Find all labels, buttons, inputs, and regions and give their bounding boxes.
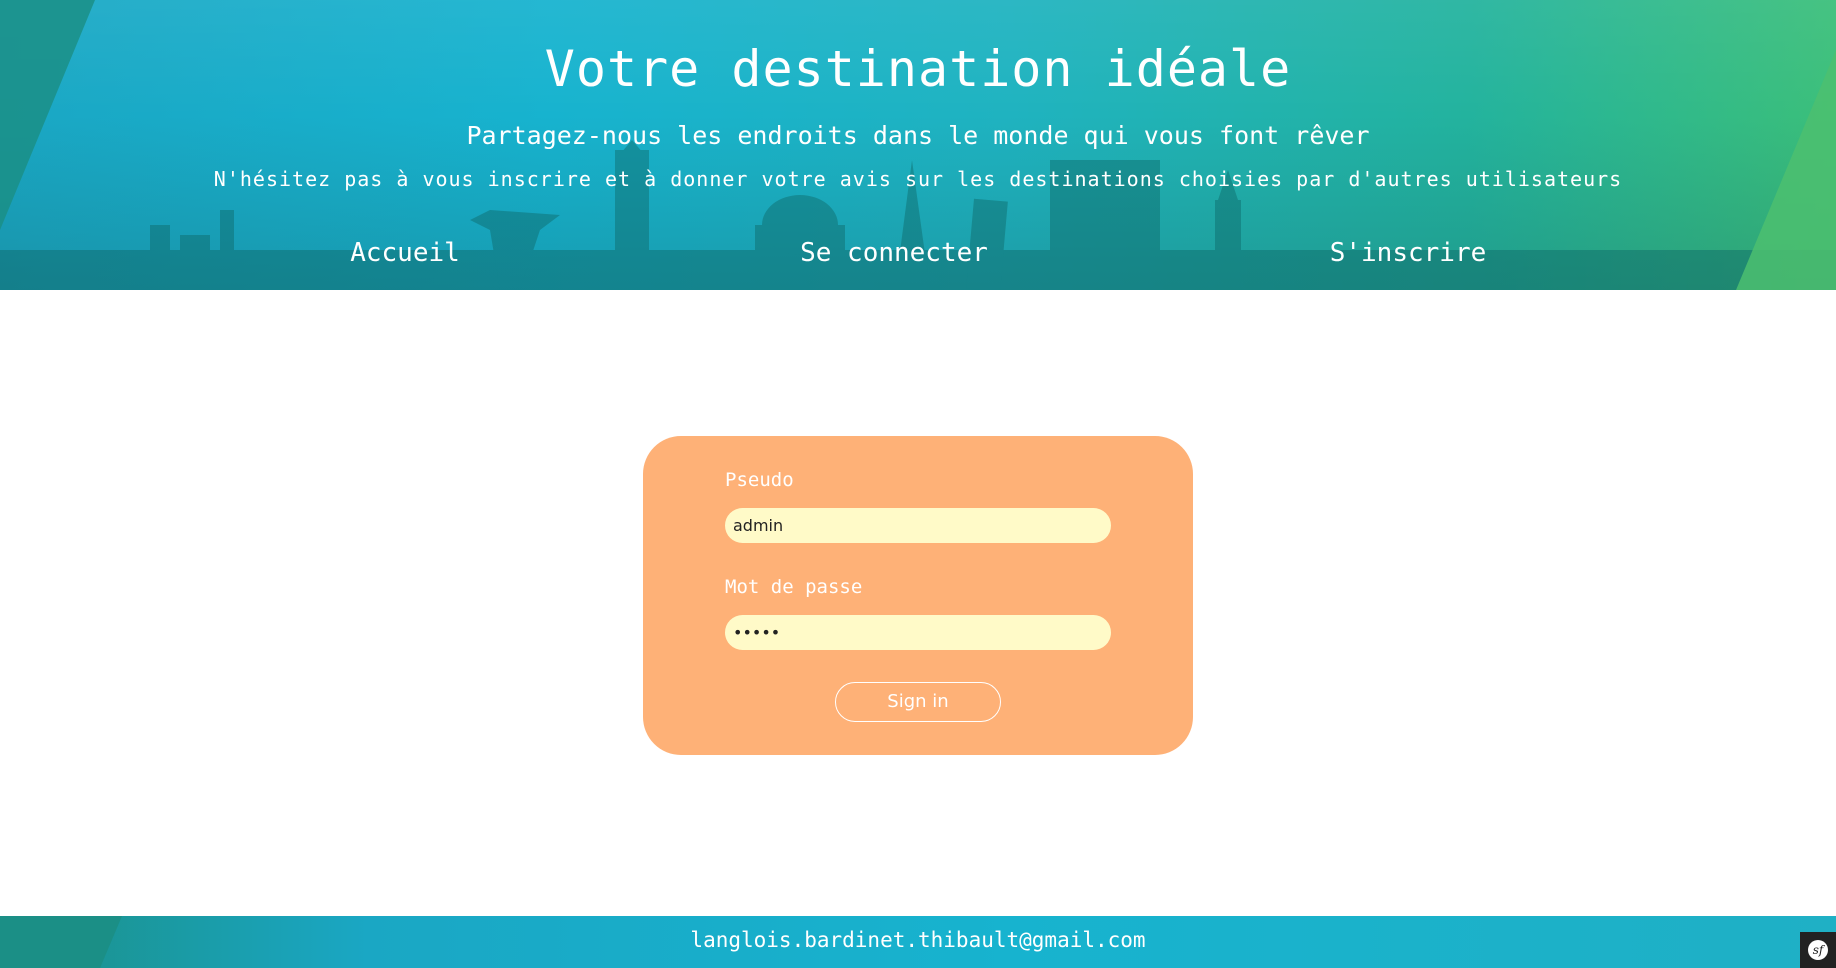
sign-in-button[interactable]: Sign in bbox=[835, 682, 1001, 722]
symfony-logo-icon: sf bbox=[1808, 940, 1828, 960]
page-header: Votre destination idéale Partagez-nous l… bbox=[0, 0, 1836, 290]
symfony-icon[interactable]: sf bbox=[1800, 932, 1836, 968]
login-form: Pseudo admin Mot de passe ••••• Sign in bbox=[643, 436, 1193, 755]
page-subtitle: Partagez-nous les endroits dans le monde… bbox=[466, 121, 1370, 150]
password-input[interactable]: ••••• bbox=[725, 615, 1111, 650]
page-footer: langlois.bardinet.thibault@gmail.com bbox=[0, 916, 1836, 968]
footer-email: langlois.bardinet.thibault@gmail.com bbox=[690, 928, 1146, 952]
nav-link-login[interactable]: Se connecter bbox=[800, 238, 988, 268]
username-label: Pseudo bbox=[725, 469, 794, 491]
page-title: Votre destination idéale bbox=[544, 40, 1292, 98]
nav-link-register[interactable]: S'inscrire bbox=[1330, 238, 1487, 268]
username-input[interactable]: admin bbox=[725, 508, 1111, 543]
nav-link-home[interactable]: Accueil bbox=[350, 238, 460, 268]
page-tagline: N'hésitez pas à vous inscrire et à donne… bbox=[213, 167, 1623, 191]
password-label: Mot de passe bbox=[725, 576, 863, 598]
